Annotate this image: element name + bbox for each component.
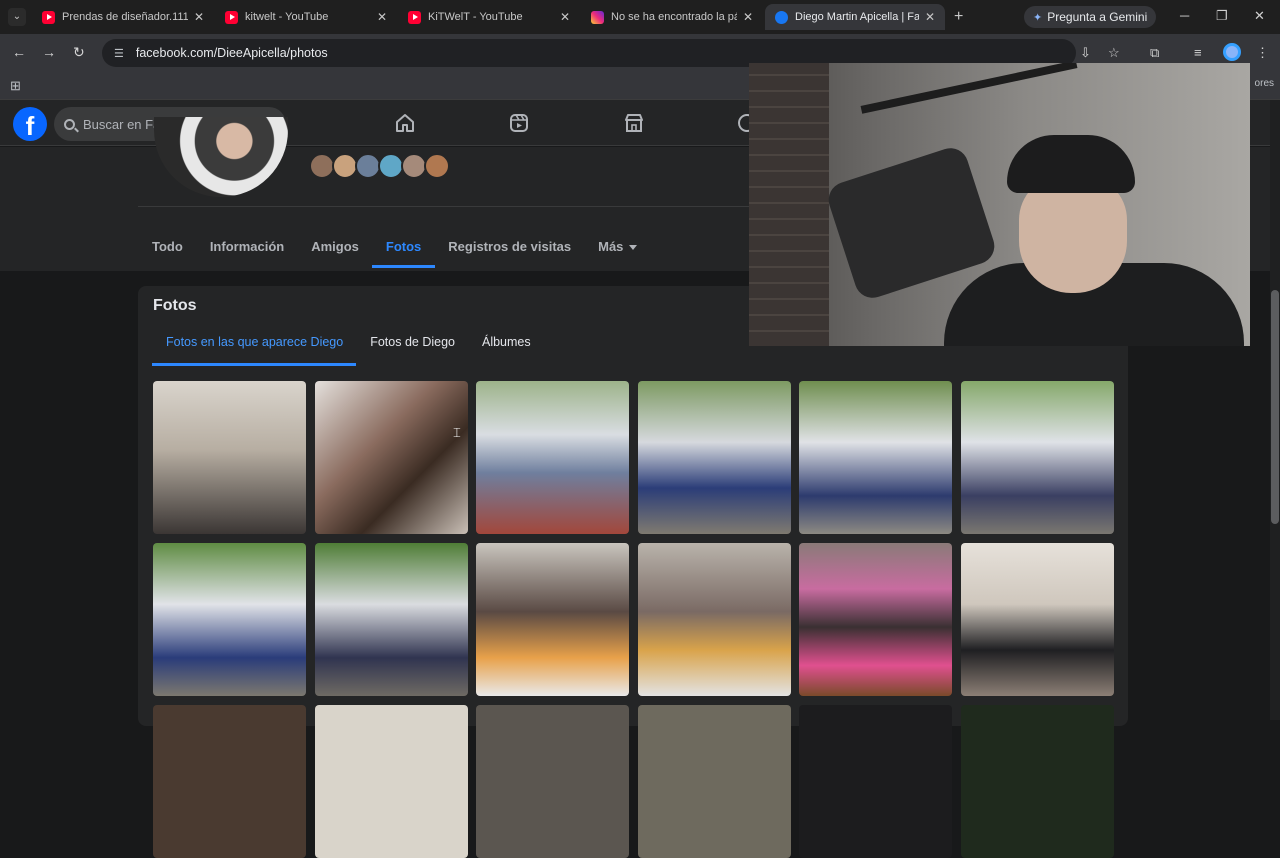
photo-thumbnail[interactable] — [153, 705, 306, 858]
youtube-icon — [225, 10, 238, 24]
photo-thumbnail[interactable] — [476, 705, 629, 858]
apps-grid-icon[interactable]: ⊞ — [10, 78, 21, 94]
gemini-icon: ✦ — [1033, 11, 1043, 24]
active-subtab-underline — [152, 363, 356, 366]
browser-tab-strip: ⌄ Prendas de diseñador.1111 ✕ kitwelt - … — [0, 0, 1280, 34]
profile-picture[interactable] — [154, 117, 288, 197]
browser-tab-3[interactable]: KiTWelT - YouTube ✕ — [398, 4, 580, 30]
close-icon[interactable]: ✕ — [925, 10, 935, 24]
tab-title: No se ha encontrado la pág — [611, 11, 737, 23]
facebook-logo-icon[interactable]: f — [13, 107, 47, 141]
tab-search-icon[interactable]: ⌄ — [8, 8, 26, 26]
media-icon[interactable]: ≡ — [1194, 45, 1202, 60]
browser-tab-4[interactable]: No se ha encontrado la pág ✕ — [581, 4, 763, 30]
marketplace-icon[interactable] — [623, 112, 645, 134]
tab-mas[interactable]: Más — [598, 239, 638, 254]
microphone — [824, 143, 999, 303]
bookmark-star-icon[interactable]: ☆ — [1108, 45, 1120, 61]
subtab-albums[interactable]: Álbumes — [482, 335, 531, 349]
photo-thumbnail[interactable] — [799, 543, 952, 696]
photo-thumbnail[interactable] — [637, 705, 791, 858]
tab-title: Diego Martin Apicella | Face — [795, 11, 919, 23]
photo-thumbnail[interactable] — [960, 381, 1114, 534]
mouse-cursor-icon: ⌶ — [453, 425, 461, 440]
webcam-wall — [749, 63, 829, 346]
home-icon[interactable] — [394, 112, 416, 134]
menu-icon[interactable]: ⋮ — [1256, 45, 1269, 61]
mic-arm — [860, 63, 1078, 114]
photo-thumbnail[interactable] — [960, 543, 1114, 696]
youtube-icon — [408, 10, 421, 24]
reload-icon[interactable]: ↻ — [73, 44, 85, 61]
profile-tabs: Todo Información Amigos Fotos Registros … — [152, 239, 664, 268]
photo-thumbnail[interactable] — [637, 543, 791, 696]
photo-thumbnail[interactable] — [153, 381, 306, 534]
instagram-icon — [591, 10, 604, 24]
photo-thumbnail[interactable] — [314, 381, 468, 534]
close-icon[interactable]: ✕ — [560, 10, 570, 24]
photos-card: Fotos Fotos en las que aparece Diego Fot… — [138, 286, 1128, 858]
url-text: facebook.com/DieeApicella/photos — [135, 46, 328, 60]
tab-fotos[interactable]: Fotos — [371, 239, 436, 268]
search-icon — [64, 118, 75, 130]
extensions-icon[interactable]: ⧉ — [1150, 45, 1159, 61]
photo-thumbnail[interactable] — [314, 543, 468, 696]
facebook-icon — [775, 10, 788, 24]
subtab-tagged[interactable]: Fotos en las que aparece Diego — [166, 335, 343, 349]
window-close-icon[interactable]: ✕ — [1254, 8, 1265, 24]
photo-thumbnail[interactable] — [799, 381, 952, 534]
photo-grid — [153, 381, 1114, 858]
profile-avatar[interactable] — [1223, 43, 1241, 61]
photo-thumbnail[interactable] — [799, 705, 952, 858]
maximize-icon[interactable]: ❐ — [1216, 8, 1228, 24]
new-tab-button[interactable]: + — [954, 8, 963, 26]
close-icon[interactable]: ✕ — [194, 10, 204, 24]
tab-title: kitwelt - YouTube — [245, 11, 329, 23]
scrollbar-thumb[interactable] — [1271, 290, 1279, 524]
reels-icon[interactable] — [508, 112, 530, 134]
tab-amigos[interactable]: Amigos — [311, 239, 359, 254]
tab-registros-de-visitas[interactable]: Registros de visitas — [448, 239, 571, 254]
subtab-uploads[interactable]: Fotos de Diego — [370, 335, 455, 349]
gemini-label: Pregunta a Gemini — [1047, 10, 1148, 24]
photo-thumbnail[interactable] — [314, 705, 468, 858]
browser-tab-5[interactable]: Diego Martin Apicella | Face ✕ — [765, 4, 945, 30]
bookmarks-other-label[interactable]: ores — [1255, 78, 1274, 89]
photo-thumbnail[interactable] — [476, 543, 629, 696]
photo-thumbnail[interactable] — [960, 705, 1114, 858]
close-icon[interactable]: ✕ — [743, 10, 753, 24]
site-info-icon[interactable]: ☰ — [114, 47, 124, 60]
section-title: Fotos — [153, 297, 197, 314]
mutual-friends-avatars — [309, 153, 450, 179]
webcam-overlay — [749, 63, 1250, 346]
photo-thumbnail[interactable] — [153, 543, 306, 696]
install-icon[interactable]: ⇩ — [1080, 45, 1091, 61]
tab-mas-label: Más — [598, 239, 624, 254]
tab-todo[interactable]: Todo — [152, 239, 183, 254]
photo-thumbnail[interactable] — [476, 381, 629, 534]
tab-title: Prendas de diseñador.1111 — [62, 11, 188, 23]
photo-subtabs: Fotos en las que aparece Diego Fotos de … — [166, 335, 558, 349]
browser-tab-1[interactable]: Prendas de diseñador.1111 ✕ — [32, 4, 214, 30]
tab-informacion[interactable]: Información — [210, 239, 284, 254]
tab-title: KiTWelT - YouTube — [428, 11, 523, 23]
youtube-icon — [42, 10, 55, 24]
back-icon[interactable]: ← — [12, 44, 26, 60]
forward-icon[interactable]: → — [42, 44, 56, 60]
browser-tab-2[interactable]: kitwelt - YouTube ✕ — [215, 4, 397, 30]
photo-thumbnail[interactable] — [637, 381, 791, 534]
streamer-cap — [1007, 135, 1135, 193]
caret-down-icon — [629, 245, 638, 251]
friend-avatar[interactable] — [424, 153, 450, 179]
minimize-icon[interactable]: ─ — [1180, 8, 1189, 23]
close-icon[interactable]: ✕ — [377, 10, 387, 24]
gemini-button[interactable]: ✦ Pregunta a Gemini — [1024, 6, 1157, 28]
